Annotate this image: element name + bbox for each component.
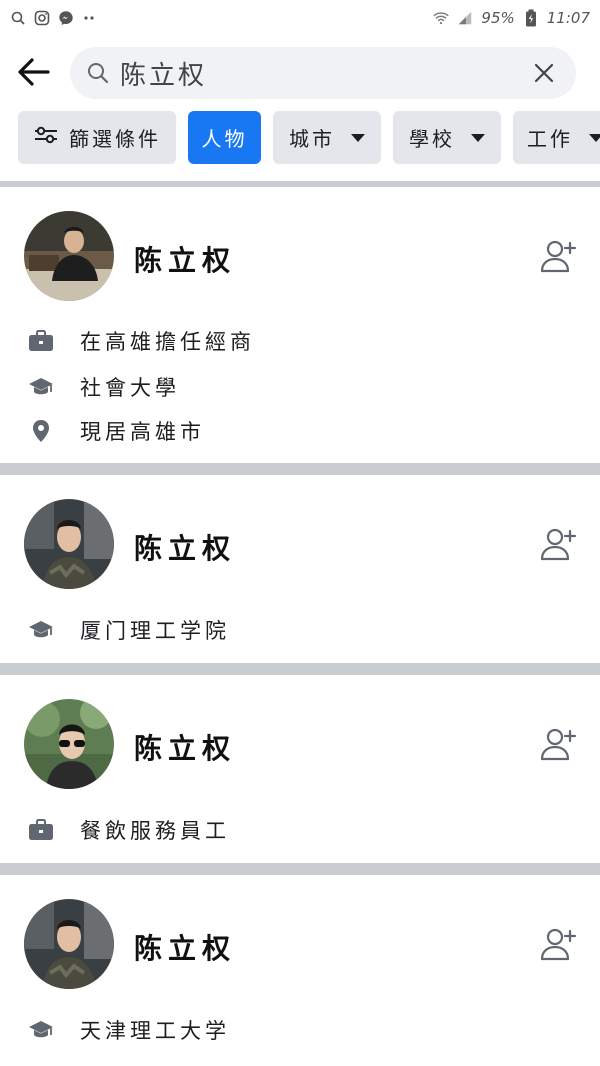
avatar[interactable] xyxy=(24,211,114,301)
search-result-card[interactable]: 陈立权 天津理工大学 xyxy=(0,875,600,1066)
search-result-card[interactable]: 陈立权 餐飲服務員工 xyxy=(0,675,600,863)
battery-percent: 95% xyxy=(481,9,515,27)
caret-down-icon xyxy=(589,133,600,142)
filter-chip-label: 人物 xyxy=(201,127,248,151)
status-left xyxy=(10,10,98,26)
add-friend-button[interactable] xyxy=(536,922,582,968)
section-divider xyxy=(0,863,600,875)
close-icon xyxy=(534,63,554,83)
filter-chip-label: 篩選條件 xyxy=(69,127,161,151)
add-friend-icon xyxy=(540,728,577,761)
back-button[interactable] xyxy=(14,52,54,92)
status-right: 95% 11:07 xyxy=(433,9,590,27)
graduation-cap-icon xyxy=(28,617,54,643)
section-divider xyxy=(0,663,600,675)
filter-chip-city[interactable]: 城市 xyxy=(273,111,381,164)
result-detail-work: 餐飲服務員工 xyxy=(0,810,600,850)
result-detail-education: 天津理工大学 xyxy=(0,1010,600,1050)
search-box[interactable] xyxy=(70,47,576,99)
search-icon xyxy=(86,61,110,85)
sliders-icon xyxy=(33,124,59,151)
back-arrow-icon xyxy=(18,58,50,86)
search-input[interactable] xyxy=(110,53,526,93)
graduation-cap-icon xyxy=(28,1017,54,1043)
avatar[interactable] xyxy=(24,699,114,789)
search-header xyxy=(0,40,600,106)
filter-chip-label: 學校 xyxy=(409,127,455,151)
result-name[interactable]: 陈立权 xyxy=(134,727,236,767)
instagram-icon xyxy=(34,10,50,26)
signal-icon xyxy=(457,10,473,26)
result-detail-work: 在高雄擔任經商 xyxy=(0,321,600,361)
location-pin-icon xyxy=(28,418,54,444)
graduation-cap-icon xyxy=(28,374,54,400)
filter-chip-work[interactable]: 工作 xyxy=(513,111,600,164)
result-name[interactable]: 陈立权 xyxy=(134,927,236,967)
clock: 11:07 xyxy=(546,9,590,27)
add-friend-button[interactable] xyxy=(536,722,582,768)
search-icon xyxy=(10,10,26,26)
result-detail-education: 厦门理工学院 xyxy=(0,610,600,650)
caret-down-icon xyxy=(471,133,485,142)
section-divider xyxy=(0,463,600,475)
detail-text: 厦门理工学院 xyxy=(80,619,230,643)
add-friend-icon xyxy=(540,240,577,273)
filter-chip-people[interactable]: 人物 xyxy=(188,111,261,164)
detail-text: 餐飲服務員工 xyxy=(80,819,230,843)
avatar[interactable] xyxy=(24,499,114,589)
detail-text: 在高雄擔任經商 xyxy=(80,330,255,354)
filter-chip-school[interactable]: 學校 xyxy=(393,111,501,164)
add-friend-icon xyxy=(540,528,577,561)
detail-text: 社會大學 xyxy=(80,376,180,400)
search-result-card[interactable]: 陈立权 在高雄擔任經商 社會大學 現居高雄市 xyxy=(0,187,600,463)
search-result-card[interactable]: 陈立权 厦门理工学院 xyxy=(0,475,600,663)
clear-search-button[interactable] xyxy=(526,55,562,91)
filter-chip-filters[interactable]: 篩選條件 xyxy=(18,111,176,164)
avatar[interactable] xyxy=(24,899,114,989)
wifi-icon xyxy=(433,10,450,26)
add-friend-button[interactable] xyxy=(536,234,582,280)
filter-row: 篩選條件 人物 城市 學校 工作 xyxy=(0,110,600,166)
filter-chip-label: 城市 xyxy=(289,127,335,151)
status-bar: 95% 11:07 xyxy=(0,0,600,36)
result-detail-education: 社會大學 xyxy=(0,367,600,407)
messenger-icon xyxy=(58,10,74,26)
result-name[interactable]: 陈立权 xyxy=(134,527,236,567)
briefcase-icon xyxy=(28,817,54,843)
result-name[interactable]: 陈立权 xyxy=(134,239,236,279)
detail-text: 現居高雄市 xyxy=(80,420,205,444)
detail-text: 天津理工大学 xyxy=(80,1019,230,1043)
add-friend-icon xyxy=(540,928,577,961)
more-dots-icon xyxy=(82,10,98,26)
caret-down-icon xyxy=(351,133,365,142)
briefcase-icon xyxy=(28,328,54,354)
add-friend-button[interactable] xyxy=(536,522,582,568)
battery-icon xyxy=(523,9,539,27)
filter-chip-label: 工作 xyxy=(527,127,573,151)
result-detail-location: 現居高雄市 xyxy=(0,411,600,451)
